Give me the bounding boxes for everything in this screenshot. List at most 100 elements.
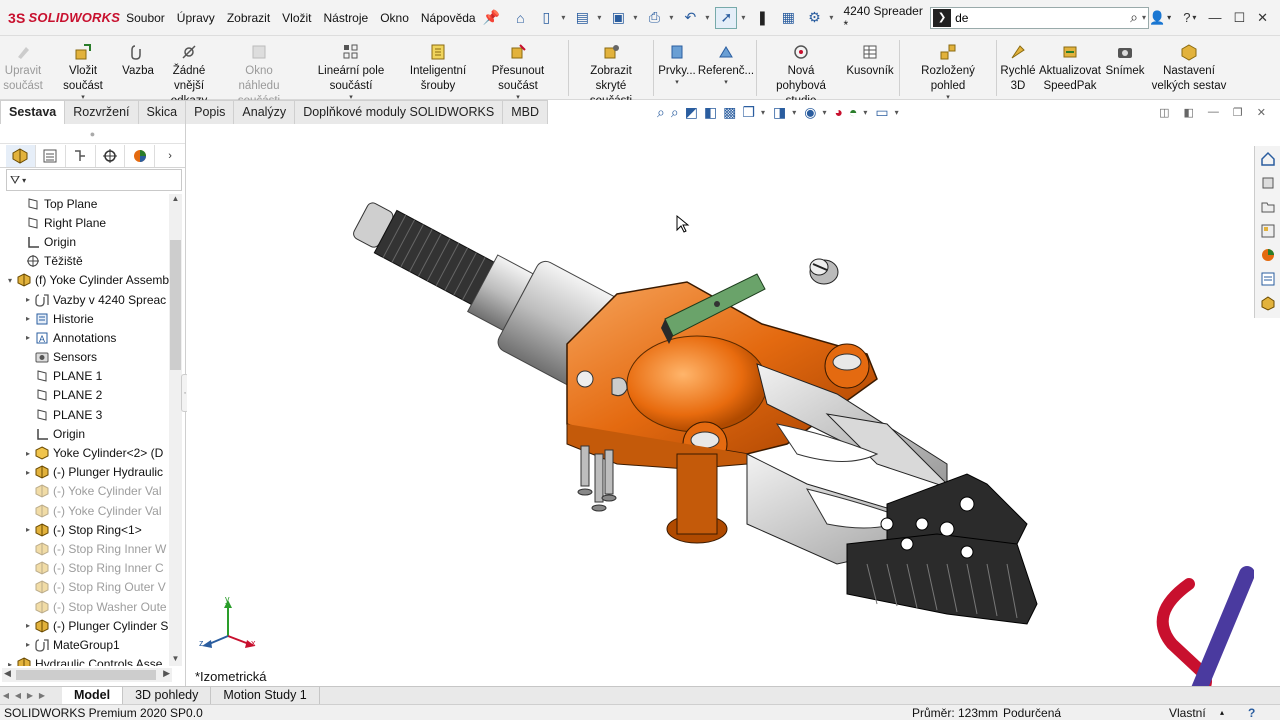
help-icon[interactable]: ? bbox=[1183, 10, 1190, 25]
undo-caret-icon[interactable]: ▾ bbox=[705, 13, 709, 22]
features-button[interactable]: Prvky... ▾ bbox=[656, 36, 698, 87]
save-icon[interactable]: ▣ bbox=[607, 7, 629, 29]
maximize-icon[interactable]: ☐ bbox=[1233, 10, 1245, 26]
tree-item[interactable]: Origin bbox=[0, 232, 170, 251]
hide-show-items-icon[interactable]: ◉ bbox=[804, 104, 816, 121]
spreader-assembly-model[interactable]: y x z bbox=[187, 124, 1254, 686]
tree-item[interactable]: (-) Stop Ring Inner W bbox=[0, 539, 170, 558]
scroll-thumb[interactable] bbox=[170, 240, 181, 370]
search-box[interactable]: ❯ ⌕ ▾ bbox=[930, 6, 1149, 29]
tree-item[interactable]: ▸ Vazby v 4240 Spreac bbox=[0, 290, 170, 309]
tree-item[interactable]: ▸ Hydraulic Controls Asse bbox=[0, 655, 170, 666]
search-input[interactable] bbox=[955, 10, 1131, 25]
open-folder-icon[interactable]: ▤ bbox=[571, 7, 593, 29]
custom-properties-icon[interactable] bbox=[1259, 270, 1277, 288]
options-caret-icon[interactable]: ▾ bbox=[829, 13, 833, 22]
scroll-up-icon[interactable]: ▲ bbox=[169, 194, 182, 206]
new-document-icon[interactable]: ▯ bbox=[535, 7, 557, 29]
new-motion-study-button[interactable]: Nová pohybová studie bbox=[759, 36, 843, 109]
exploded-view-button[interactable]: Rozložený pohled ▾ bbox=[902, 36, 994, 102]
doc-close-icon[interactable]: ✕ bbox=[1257, 106, 1266, 119]
quick-tips-icon[interactable]: ? bbox=[1248, 706, 1255, 720]
tree-item[interactable]: Right Plane bbox=[0, 213, 170, 232]
expand-arrow-icon[interactable]: ▸ bbox=[22, 333, 34, 342]
menu-soubor[interactable]: Soubor bbox=[120, 0, 171, 36]
instant-3d-button[interactable]: Rychlé 3D bbox=[999, 36, 1037, 94]
select-caret-icon[interactable]: ▾ bbox=[741, 13, 745, 22]
view-palette-icon[interactable] bbox=[1259, 222, 1277, 240]
print-icon[interactable]: ⎙ bbox=[643, 7, 665, 29]
menu-nastroje[interactable]: Nástroje bbox=[318, 0, 375, 36]
expand-arrow-icon[interactable]: ▸ bbox=[22, 314, 34, 323]
tree-item[interactable]: PLANE 3 bbox=[0, 405, 170, 424]
tree-item[interactable]: ▸ Historie bbox=[0, 309, 170, 328]
file-explorer-icon[interactable] bbox=[1259, 198, 1277, 216]
first-tab-icon[interactable]: ◀ bbox=[0, 687, 12, 704]
more-tabs-arrow-icon[interactable]: › bbox=[155, 145, 185, 167]
linear-component-pattern-button[interactable]: Lineární pole součástí ▾ bbox=[296, 36, 406, 102]
open-caret-icon[interactable]: ▾ bbox=[597, 13, 601, 22]
display-manager-tab[interactable] bbox=[125, 144, 156, 167]
print-caret-icon[interactable]: ▾ bbox=[669, 13, 673, 22]
tree-item[interactable]: (-) Stop Ring Inner C bbox=[0, 559, 170, 578]
command-search-icon[interactable]: ❯ bbox=[933, 8, 952, 27]
home-icon[interactable]: ⌂ bbox=[509, 7, 531, 29]
file-properties-icon[interactable]: ▦ bbox=[777, 7, 799, 29]
tab-mbd[interactable]: MBD bbox=[502, 100, 549, 124]
solidworks-resources-home-icon[interactable] bbox=[1259, 150, 1277, 168]
expand-arrow-icon[interactable]: ▸ bbox=[22, 621, 34, 630]
tree-item[interactable]: (-) Yoke Cylinder Val bbox=[0, 501, 170, 520]
doc-tile-icon[interactable]: ◧ bbox=[1184, 106, 1194, 119]
tab-3d-views[interactable]: 3D pohledy bbox=[123, 687, 212, 704]
expand-arrow-icon[interactable]: ▸ bbox=[22, 449, 34, 458]
h-scroll-thumb[interactable] bbox=[16, 670, 156, 680]
apply-scene-caret-icon[interactable]: ▾ bbox=[863, 108, 867, 117]
tab-doplnkove-moduly[interactable]: Doplňkové moduly SOLIDWORKS bbox=[294, 100, 504, 124]
menu-vlozit[interactable]: Vložit bbox=[276, 0, 317, 36]
component-preview-window-button[interactable]: Okno náhledu součásti bbox=[222, 36, 296, 109]
tree-vertical-scrollbar[interactable]: ▲ ▼ bbox=[169, 194, 182, 666]
mate-button[interactable]: Vazba bbox=[120, 36, 156, 79]
scroll-down-icon[interactable]: ▼ bbox=[169, 654, 182, 666]
hide-show-caret-icon[interactable]: ▾ bbox=[822, 108, 826, 117]
edit-component-button[interactable]: Upravit součást bbox=[0, 36, 46, 94]
configuration-manager-tab[interactable] bbox=[66, 144, 96, 167]
tree-item[interactable]: Origin bbox=[0, 424, 170, 443]
view-settings-icon[interactable]: ▭ bbox=[875, 104, 888, 121]
next-tab-icon[interactable]: ▶ bbox=[24, 687, 36, 704]
unit-system-caret-icon[interactable]: ▴ bbox=[1220, 708, 1224, 717]
undo-icon[interactable]: ↶ bbox=[679, 7, 701, 29]
tab-analyzy[interactable]: Analýzy bbox=[233, 100, 296, 124]
tree-horizontal-scrollbar[interactable]: ◀ ▶ bbox=[2, 668, 172, 682]
search-caret-icon[interactable]: ▾ bbox=[1142, 13, 1146, 22]
reference-geometry-caret-icon[interactable]: ▾ bbox=[724, 79, 728, 87]
solidworks-forum-icon[interactable] bbox=[1259, 294, 1277, 312]
save-caret-icon[interactable]: ▾ bbox=[633, 13, 637, 22]
select-arrow-icon[interactable]: ➚ bbox=[715, 6, 738, 29]
expand-arrow-icon[interactable]: ▸ bbox=[4, 660, 16, 666]
dimxpert-manager-tab[interactable] bbox=[96, 144, 126, 167]
pin-icon[interactable]: 📌 bbox=[482, 7, 502, 29]
filter-caret-icon[interactable]: ▾ bbox=[22, 176, 26, 185]
doc-maximize-icon[interactable]: ❐ bbox=[1233, 106, 1243, 119]
new-caret-icon[interactable]: ▾ bbox=[561, 13, 565, 22]
close-icon[interactable]: ✕ bbox=[1257, 10, 1268, 26]
move-component-button[interactable]: Přesunout součást ▾ bbox=[470, 36, 566, 102]
expand-arrow-icon[interactable]: ▸ bbox=[22, 295, 34, 304]
scroll-left-icon[interactable]: ◀ bbox=[4, 668, 11, 679]
smart-fasteners-button[interactable]: Inteligentní šrouby bbox=[406, 36, 470, 94]
doc-minimize-icon[interactable]: — bbox=[1208, 106, 1219, 118]
insert-component-button[interactable]: Vložit součást ▾ bbox=[46, 36, 120, 102]
previous-view-icon[interactable]: ◩ bbox=[685, 104, 698, 121]
expand-arrow-icon[interactable]: ▸ bbox=[22, 525, 34, 534]
tree-item[interactable]: Top Plane bbox=[0, 194, 170, 213]
doc-restore-icon[interactable]: ◫ bbox=[1159, 106, 1169, 119]
tab-motion-study-1[interactable]: Motion Study 1 bbox=[211, 687, 320, 704]
dynamic-annotation-icon[interactable]: ▩ bbox=[723, 104, 736, 121]
tab-skica[interactable]: Skica bbox=[137, 100, 187, 124]
display-style-caret-icon[interactable]: ▾ bbox=[792, 108, 796, 117]
prev-tab-icon[interactable]: ◀ bbox=[12, 687, 24, 704]
graphics-area[interactable]: y x z *Izometrická bbox=[187, 124, 1254, 686]
tree-item[interactable]: PLANE 2 bbox=[0, 386, 170, 405]
menu-napoveda[interactable]: Nápověda bbox=[415, 0, 482, 36]
